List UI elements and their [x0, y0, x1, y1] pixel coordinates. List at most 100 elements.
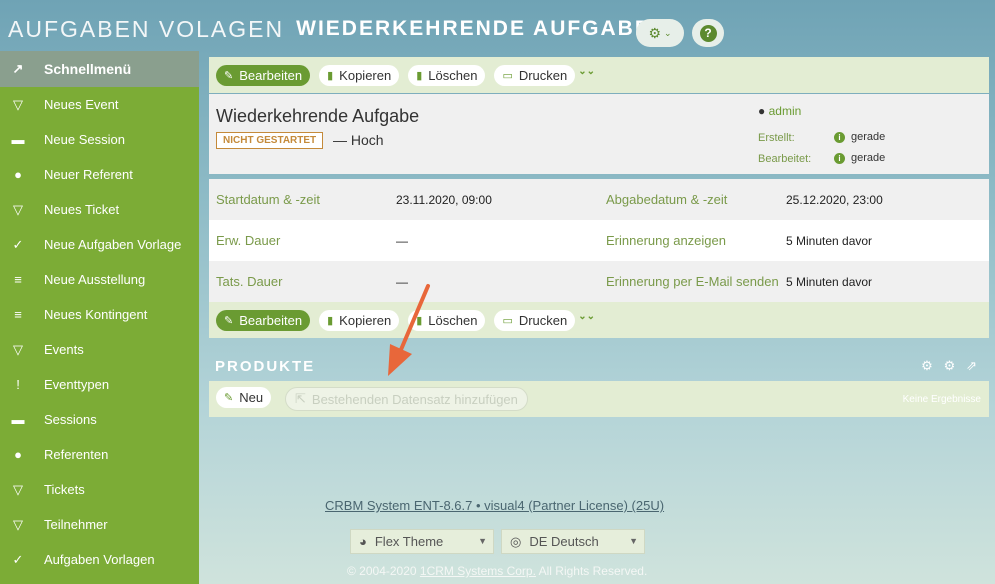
sidebar-quickmenu-header[interactable]: ↗ Schnellmenü [0, 51, 199, 87]
external-link-icon[interactable]: ⇗ [966, 358, 977, 373]
print-button[interactable]: ▭ Drucken [494, 64, 576, 86]
status-badge: NICHT GESTARTET [216, 132, 324, 149]
company-link[interactable]: 1CRM Systems Corp. [420, 564, 536, 578]
field-label: Erw. Dauer [216, 233, 281, 248]
record-toolbar-top: ✎ Bearbeiten ▮ Kopieren ▮ Löschen ▭ Drucken … [209, 57, 989, 93]
sidebar-item-label: Aufgaben Vorlagen [44, 552, 155, 567]
gear-icon: ⚙ [648, 24, 661, 41]
sidebar-item-participants[interactable]: ▽ Teilnehmer [0, 507, 199, 542]
add-existing-record-button[interactable]: ⇱ Bestehenden Datensatz hinzufügen [285, 387, 528, 411]
field-label: Startdatum & -zeit [216, 192, 321, 207]
edit-button-label: Bearbeiten [239, 67, 303, 83]
module-title: AUFGABEN VOLAGEN [8, 15, 285, 42]
delete-button-label: Löschen [428, 67, 478, 83]
share-icon: ⇱ [295, 391, 306, 406]
field-value: 5 Minuten davor [786, 233, 873, 248]
print-button-label: Drucken [518, 67, 568, 83]
edited-value-text: gerade [851, 152, 886, 164]
field-label: Tats. Dauer [216, 274, 283, 289]
new-product-button[interactable]: ✎ Neu [216, 387, 272, 408]
pencil-icon: ✎ [224, 314, 234, 327]
field-value: 25.12.2020, 23:00 [786, 192, 883, 207]
person-icon: ● [14, 167, 22, 182]
field-value: — [396, 233, 408, 248]
sidebar-item-sessions[interactable]: ▬ Sessions [0, 402, 199, 437]
ticket-icon: ▽ [13, 201, 23, 217]
chevron-down-icon[interactable]: ⌄⌄ [578, 66, 595, 77]
priority-label: — Hoch [333, 132, 384, 148]
created-value: i gerade [834, 131, 885, 143]
detail-row: Erw. Dauer — Erinnerung anzeigen 5 Minut… [209, 220, 989, 261]
trend-icon: ↗ [12, 61, 24, 76]
sidebar-item-speakers[interactable]: ● Referenten [0, 437, 199, 472]
print-button[interactable]: ▭ Drucken [494, 309, 576, 331]
page-title: WIEDERKEHRENDE AUFGABE [296, 17, 651, 40]
sidebar-item-new-session[interactable]: ▬ Neue Session [0, 122, 199, 157]
sidebar-header-label: Schnellmenü [44, 61, 132, 77]
dropdown-arrow-icon: ▼ [478, 536, 487, 546]
pencil-icon: ✎ [224, 69, 234, 82]
record-title: Wiederkehrende Aufgabe [216, 106, 420, 126]
sidebar-item-new-event[interactable]: ▽ Neues Event [0, 87, 199, 122]
event-icon: ▽ [13, 341, 23, 357]
edited-label: Bearbeitet: [758, 153, 812, 165]
field-value: 23.11.2020, 09:00 [396, 192, 492, 207]
copyright: © 2004-2020 1CRM Systems Corp. All Right… [347, 564, 647, 578]
globe-icon: ◎ [510, 533, 522, 549]
sidebar-item-task-templates[interactable]: ✓ Aufgaben Vorlagen [0, 542, 199, 577]
copy-icon: ▮ [327, 69, 334, 82]
sidebar-item-new-task-template[interactable]: ✓ Neue Aufgaben Vorlage [0, 227, 199, 262]
detail-row: Startdatum & -zeit 23.11.2020, 09:00 Abg… [209, 179, 989, 220]
copy-button[interactable]: ▮ Kopieren [319, 64, 400, 86]
sidebar-item-label: Neues Event [44, 97, 119, 112]
delete-button[interactable]: ▮ Löschen [408, 64, 486, 86]
sidebar-item-new-contingent[interactable]: ≡ Neues Kontingent [0, 297, 199, 332]
record-summary: Wiederkehrende Aufgabe NICHT GESTARTET —… [209, 94, 989, 174]
sidebar-item-events[interactable]: ▽ Events [0, 332, 199, 367]
settings-menu-button[interactable]: ⚙ ⌄ [636, 19, 684, 47]
new-product-label: Neu [239, 390, 264, 405]
field-label: Abgabedatum & -zeit [606, 192, 728, 207]
language-select[interactable]: ◎ DE Deutsch ▼ [501, 529, 645, 554]
print-button-label: Drucken [518, 312, 568, 328]
help-icon: ? [699, 24, 717, 42]
pencil-icon: ✎ [224, 392, 234, 404]
chevron-down-icon: ⌄ [664, 27, 672, 38]
sidebar-item-event-types[interactable]: ! Eventtypen [0, 367, 199, 402]
edit-button[interactable]: ✎ Bearbeiten [216, 309, 311, 331]
record-toolbar-bottom: ✎ Bearbeiten ▮ Kopieren ▮ Löschen ▭ Drucken … [209, 302, 989, 338]
check-icon: ✓ [12, 551, 24, 567]
field-label: Erinnerung anzeigen [606, 233, 726, 248]
session-icon: ▬ [11, 132, 25, 147]
list-icon: ≡ [14, 272, 22, 287]
chevron-down-icon[interactable]: ⌄⌄ [578, 311, 595, 322]
person-icon: ● [758, 104, 766, 118]
list-icon: ≡ [14, 307, 22, 322]
gear-icon[interactable]: ⚙ [921, 358, 933, 373]
sidebar-item-label: Neue Aufgaben Vorlage [44, 237, 182, 252]
created-label: Erstellt: [758, 132, 795, 144]
version-link[interactable]: CRBM System ENT-8.6.7 • visual4 (Partner… [325, 498, 664, 513]
refresh-settings-icon[interactable]: ⚙ [944, 358, 956, 373]
help-button[interactable]: ? [692, 19, 724, 47]
edit-button[interactable]: ✎ Bearbeiten [216, 64, 311, 86]
sidebar-item-label: Sessions [44, 412, 97, 427]
info-icon: i [834, 153, 845, 164]
assigned-user-name: admin [768, 104, 802, 118]
sidebar-item-tickets[interactable]: ▽ Tickets [0, 472, 199, 507]
annotation-arrow-icon [388, 284, 430, 376]
printer-icon: ▭ [502, 69, 513, 82]
sidebar-item-label: Neues Kontingent [44, 307, 148, 322]
sidebar-item-label: Neue Session [44, 132, 125, 147]
info-icon: i [834, 132, 845, 143]
details-table: Startdatum & -zeit 23.11.2020, 09:00 Abg… [209, 179, 989, 302]
theme-select[interactable]: ◕ Flex Theme ▼ [350, 529, 494, 554]
theme-select-value: Flex Theme [374, 534, 444, 549]
sidebar-item-new-ticket[interactable]: ▽ Neues Ticket [0, 192, 199, 227]
sidebar-item-label: Tickets [44, 482, 85, 497]
assigned-user[interactable]: ● admin [758, 104, 801, 118]
sidebar-item-label: Referenten [44, 447, 109, 462]
sidebar-item-new-exhibition[interactable]: ≡ Neue Ausstellung [0, 262, 199, 297]
sidebar-item-new-speaker[interactable]: ● Neuer Referent [0, 157, 199, 192]
products-header-icons: ⚙ ⚙ ⇗ [921, 358, 977, 374]
